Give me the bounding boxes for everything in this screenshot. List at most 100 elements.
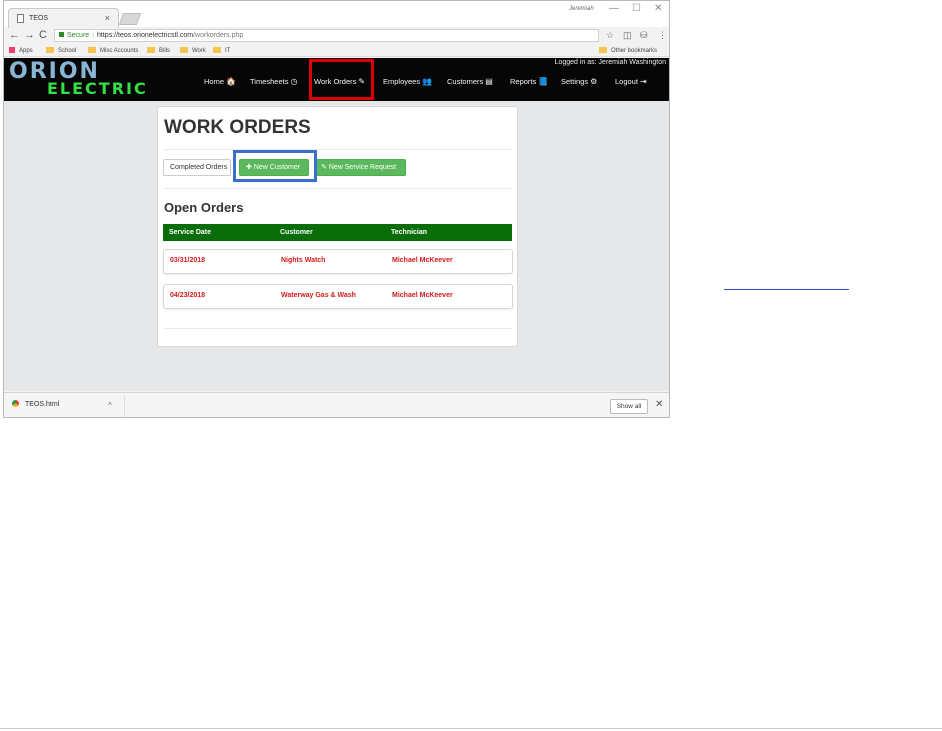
- table-row[interactable]: 04/23/2018 Waterway Gas & Wash Michael M…: [163, 284, 513, 309]
- section-title: Open Orders: [164, 200, 244, 215]
- bookmark-school[interactable]: School: [46, 47, 76, 54]
- nav-label: Home: [204, 77, 225, 86]
- bookmark-it[interactable]: IT: [213, 47, 230, 54]
- folder-icon: [46, 47, 54, 53]
- show-all-button[interactable]: Show all: [610, 399, 648, 414]
- nav-label: Customers: [447, 77, 484, 86]
- browser-window: TEOS × Jeremiah — ☐ ✕ ← → C Secure | https…: [3, 0, 670, 418]
- underline-link[interactable]: [724, 289, 849, 290]
- extension-icon[interactable]: ◫: [623, 30, 632, 41]
- nav-employees[interactable]: Employees 👥: [383, 77, 432, 86]
- page-content: WORK ORDERS Completed Orders ✚ New Custo…: [4, 101, 669, 391]
- folder-icon: [180, 47, 188, 53]
- customer-name: Waterway Gas & Wash: [281, 292, 356, 299]
- star-icon[interactable]: ☆: [606, 30, 614, 41]
- folder-icon: [213, 47, 221, 53]
- nav-label: Reports: [510, 77, 537, 86]
- folder-icon: [147, 47, 155, 53]
- new-customer-highlight-box: [233, 150, 317, 182]
- download-bar: TEOS.html ^ Show all ✕: [4, 392, 669, 417]
- profile-name[interactable]: Jeremiah: [569, 6, 594, 12]
- download-item[interactable]: TEOS.html: [12, 400, 59, 408]
- folder-icon: [88, 47, 96, 53]
- bookmark-bills[interactable]: Bills: [147, 47, 170, 54]
- nav-customers[interactable]: Customers ▤: [447, 77, 493, 86]
- menu-icon[interactable]: ⋮: [658, 30, 667, 41]
- omnibox-separator: |: [92, 32, 95, 39]
- completed-orders-button[interactable]: Completed Orders: [163, 159, 231, 176]
- bookmark-label: Work: [192, 48, 206, 54]
- bookmark-label: Misc Accounts: [100, 48, 139, 54]
- chrome-icon: [12, 400, 19, 407]
- bookmark-misc-accounts[interactable]: Misc Accounts: [88, 47, 138, 54]
- maximize-icon[interactable]: ☐: [632, 3, 641, 14]
- url-host: https://teos.orionelectricstl.com: [97, 32, 194, 39]
- bookmark-work[interactable]: Work: [180, 47, 206, 54]
- bookmark-other[interactable]: Other bookmarks: [599, 47, 657, 54]
- table-divider: [164, 328, 512, 329]
- site-header: ORION ELECTRIC Logged in as: Jeremiah Wa…: [4, 58, 669, 101]
- tab-close-icon[interactable]: ×: [105, 13, 110, 23]
- card-icon: ▤: [485, 77, 493, 86]
- back-icon[interactable]: ←: [9, 29, 20, 41]
- logo-electric[interactable]: ELECTRIC: [47, 79, 148, 99]
- edit-icon: ✎: [321, 164, 329, 171]
- technician-name: Michael McKeever: [392, 292, 453, 299]
- new-service-request-button[interactable]: ✎ New Service Request: [314, 159, 406, 176]
- title-divider: [164, 149, 512, 150]
- service-date: 04/23/2018: [170, 292, 206, 299]
- chevron-up-icon[interactable]: ^: [108, 401, 112, 410]
- address-bar[interactable]: Secure | https://teos.orionelectricstl.com…: [54, 29, 599, 42]
- tab-title: TEOS: [29, 15, 49, 22]
- table-row[interactable]: 03/31/2018 Nights Watch Michael McKeever: [163, 249, 513, 274]
- book-icon: 📘: [538, 77, 549, 86]
- logged-in-label: Logged in as: Jeremiah Washington: [554, 59, 666, 66]
- table-header: Service Date Customer Technician: [163, 224, 512, 241]
- bookmark-label: Apps: [19, 48, 33, 54]
- nav-timesheets[interactable]: Timesheets ◷: [250, 77, 297, 86]
- logout-icon: ⇥: [639, 77, 647, 86]
- nav-label: Timesheets: [250, 77, 289, 86]
- close-downloads-icon[interactable]: ✕: [655, 399, 663, 410]
- bookmarks-bar: Apps School Misc Accounts Bills Work IT …: [4, 45, 669, 57]
- browser-tab[interactable]: TEOS ×: [8, 8, 119, 28]
- bookmark-apps[interactable]: Apps: [9, 47, 33, 54]
- tab-strip: TEOS × Jeremiah — ☐ ✕: [4, 1, 669, 28]
- page-icon: [17, 14, 24, 23]
- new-service-label: New Service Request: [328, 164, 397, 171]
- apps-icon: [9, 47, 15, 53]
- column-header: Service Date: [169, 229, 212, 236]
- column-header: Technician: [391, 229, 428, 236]
- column-header: Customer: [280, 229, 313, 236]
- minimize-icon[interactable]: —: [609, 3, 619, 14]
- nav-label: Employees: [383, 77, 421, 86]
- bookmark-label: School: [58, 48, 77, 54]
- download-separator: [124, 396, 125, 417]
- secure-label: Secure: [67, 32, 90, 39]
- extension-icon-2[interactable]: ⛁: [640, 30, 648, 41]
- bookmark-label: Bills: [159, 48, 171, 54]
- footer-line: [0, 728, 942, 729]
- bookmark-label: IT: [225, 48, 231, 54]
- download-filename: TEOS.html: [25, 401, 60, 408]
- service-date: 03/31/2018: [170, 257, 206, 264]
- nav-reports[interactable]: Reports 📘: [510, 77, 548, 86]
- forward-icon[interactable]: →: [24, 29, 35, 41]
- clock-icon: ◷: [290, 77, 298, 86]
- customer-name: Nights Watch: [281, 257, 326, 264]
- buttons-divider: [164, 188, 512, 189]
- bookmark-label: Other bookmarks: [611, 48, 658, 54]
- address-row: ← → C Secure | https://teos.orionelectrics…: [4, 28, 669, 44]
- nav-settings[interactable]: Settings ⚙: [561, 77, 597, 86]
- reload-icon[interactable]: C: [39, 29, 47, 41]
- work-orders-highlight-box: [309, 59, 374, 100]
- url-path: /workorders.php: [193, 32, 244, 39]
- nav-home[interactable]: Home 🏠: [204, 77, 236, 86]
- technician-name: Michael McKeever: [392, 257, 453, 264]
- nav-label: Settings: [561, 77, 589, 86]
- home-icon: 🏠: [226, 77, 236, 86]
- close-window-icon[interactable]: ✕: [654, 3, 662, 14]
- new-tab-button[interactable]: [118, 13, 142, 25]
- users-icon: 👥: [422, 77, 433, 86]
- nav-logout[interactable]: Logout ⇥: [615, 77, 647, 86]
